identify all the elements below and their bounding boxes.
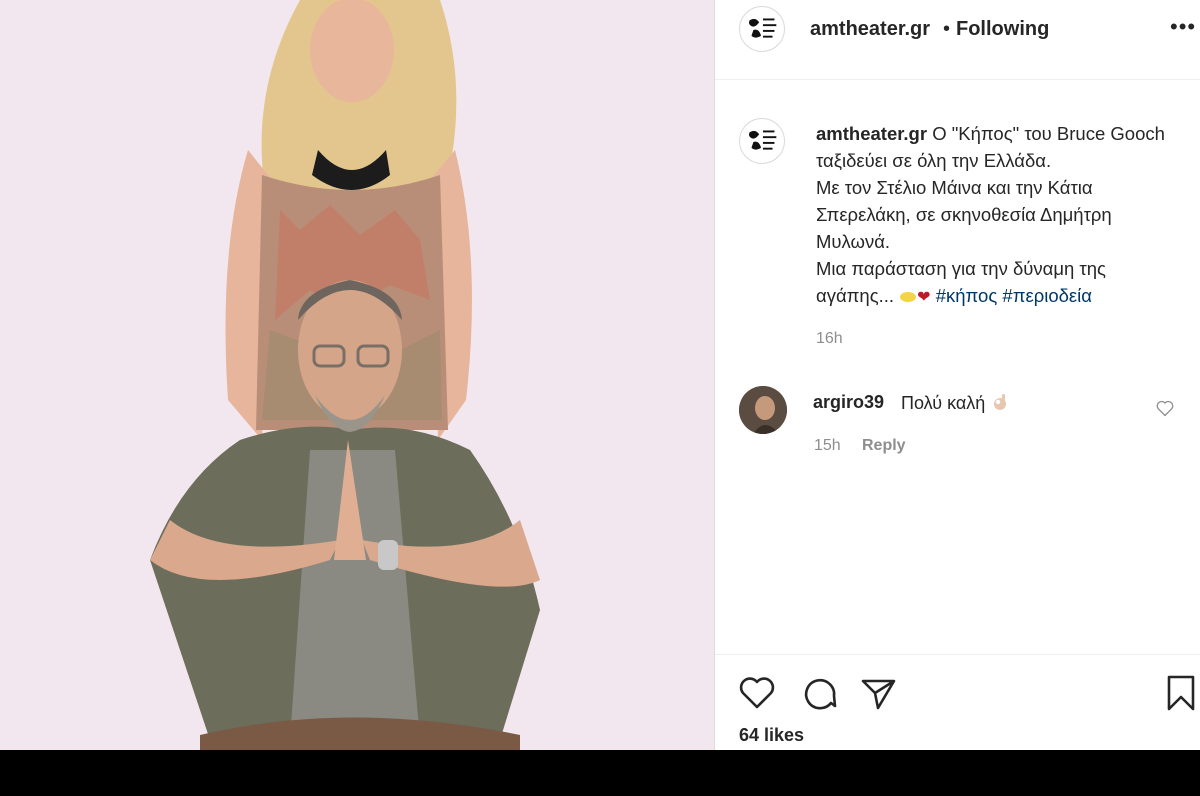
theater-logo-icon (740, 119, 784, 163)
post-side-panel: amtheater.gr • Following ••• amtheater.g… (714, 0, 1200, 750)
like-button[interactable] (737, 673, 777, 713)
post-header: amtheater.gr • Following ••• (715, 0, 1200, 80)
commenter-avatar[interactable] (739, 386, 787, 434)
ok-hand-emoji-icon (994, 394, 1007, 410)
caption-text-line2: Με τον Στέλιο Μάινα και την Κάτια Σπερελ… (816, 177, 1112, 252)
share-button[interactable] (858, 673, 898, 713)
instagram-post-window: amtheater.gr • Following ••• amtheater.g… (0, 0, 1200, 750)
comment-timestamp: 15h (814, 437, 841, 454)
comment-bubble-icon (804, 678, 837, 710)
hashtag-kipos[interactable]: #κήπος (936, 285, 998, 306)
heart-icon (739, 677, 775, 709)
comment-button[interactable] (799, 673, 839, 713)
post-photo[interactable] (0, 0, 714, 750)
comment-text: Πολύ καλή (901, 392, 1011, 414)
comment-like-heart-icon[interactable] (1155, 398, 1175, 418)
red-heart-emoji-icon: ❤ (917, 289, 931, 306)
header-separator: • (943, 18, 951, 40)
hashtag-periodeia[interactable]: #περιοδεία (1002, 285, 1092, 306)
caption-author-avatar[interactable] (739, 118, 785, 164)
photo-illustration (0, 0, 714, 750)
caption-timestamp: 16h (816, 330, 843, 347)
more-options-icon[interactable]: ••• (1170, 14, 1196, 40)
post-caption: amtheater.gr Ο "Κήπος" του Bruce Gooch τ… (816, 120, 1176, 311)
comment-username[interactable]: argiro39 (813, 392, 884, 413)
profile-avatar[interactable] (739, 6, 785, 52)
post-actions-bar: 64 likes (715, 654, 1200, 750)
following-button[interactable]: Following (956, 18, 1049, 41)
black-bottom-bar (0, 750, 1200, 796)
lemon-emoji-icon (900, 292, 917, 302)
bookmark-icon (1167, 675, 1195, 711)
save-button[interactable] (1161, 673, 1200, 713)
reply-button[interactable]: Reply (862, 437, 906, 455)
commenter-photo (739, 386, 787, 434)
theater-logo-icon (740, 7, 784, 51)
paper-plane-icon (861, 679, 896, 710)
comment-text-value: Πολύ καλή (901, 393, 986, 413)
likes-count[interactable]: 64 likes (739, 725, 804, 746)
caption-username[interactable]: amtheater.gr (816, 123, 927, 144)
post-author-username[interactable]: amtheater.gr (810, 18, 930, 41)
